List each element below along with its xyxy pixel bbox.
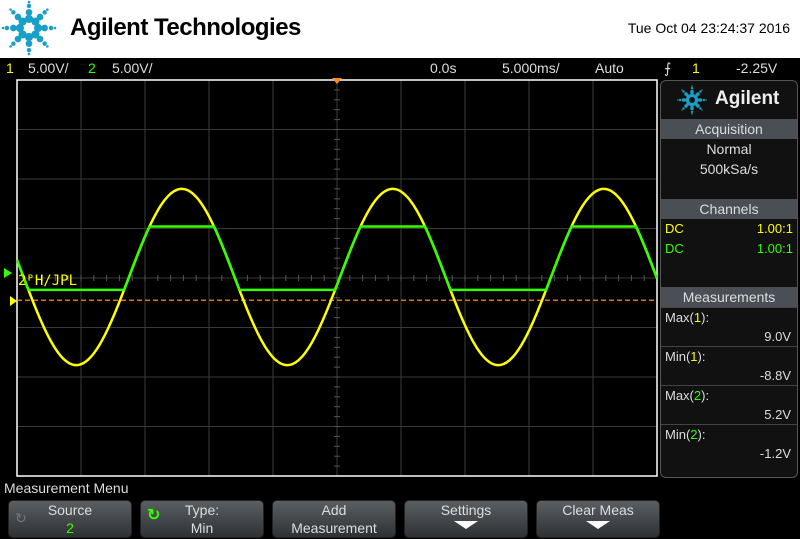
ch1-ground-marker: [10, 296, 17, 306]
ch1-number[interactable]: 1: [6, 58, 14, 78]
rotate-knob-icon: ↻: [147, 507, 161, 524]
channels-title[interactable]: Channels: [661, 199, 797, 219]
time-delay[interactable]: 0.0s: [430, 58, 456, 78]
panel-logo-text: Agilent: [715, 88, 780, 109]
ch2-number[interactable]: 2: [88, 58, 96, 78]
source-button[interactable]: ↻ Source 2: [8, 500, 132, 538]
trigger-source[interactable]: 1: [692, 58, 700, 78]
type-button[interactable]: ↻ Type: Min: [140, 500, 264, 538]
time-scale[interactable]: 5.000ms/: [502, 58, 560, 78]
measurement-item: Max(1): 9.0V: [661, 307, 797, 346]
rising-edge-icon: ⨍: [664, 60, 672, 76]
waveform-display[interactable]: 2ᴾH/JPL: [0, 78, 660, 480]
measurement-item: Min(1): -8.8V: [661, 346, 797, 385]
panel-logo: Agilent: [661, 81, 797, 119]
channel-row-1: DC 1.00:1: [665, 221, 793, 236]
submenu-arrow-icon: [586, 521, 610, 529]
trigger-position-marker: [332, 78, 342, 84]
acquisition-title[interactable]: Acquisition: [661, 119, 797, 139]
clear-meas-button[interactable]: Clear Meas: [536, 500, 660, 538]
agilent-logo-icon: [1, 0, 57, 56]
add-measurement-button[interactable]: Add Measurement: [272, 500, 396, 538]
ch1-scale[interactable]: 5.00V/: [28, 58, 68, 78]
trigger-mode[interactable]: Auto: [595, 58, 624, 78]
side-panel: Agilent Acquisition Normal 500kSa/s Chan…: [660, 80, 798, 478]
status-bar: 1 5.00V/ 2 5.00V/ 0.0s 5.000ms/ Auto ⨍ 1…: [0, 58, 800, 78]
acquisition-mode: Normal: [706, 141, 752, 157]
graticule: [16, 79, 658, 477]
datetime: Tue Oct 04 23:24:37 2016: [627, 20, 790, 36]
measurements-title[interactable]: Measurements: [661, 287, 797, 307]
measurement-item: Min(2): -1.2V: [661, 424, 797, 463]
ch2-label: 2ᴾH/JPL: [18, 273, 77, 289]
ch2-scale[interactable]: 5.00V/: [112, 58, 152, 78]
header: Agilent Technologies Tue Oct 04 23:24:37…: [0, 0, 800, 58]
submenu-arrow-icon: [454, 521, 478, 529]
trigger-level[interactable]: -2.25V: [736, 58, 777, 78]
agilent-logo-icon: [677, 85, 707, 115]
ch2-ground-marker: [4, 268, 12, 278]
menu-title: Measurement Menu: [4, 480, 129, 496]
rotate-knob-icon: ↻: [15, 510, 27, 526]
channel-row-2: DC 1.00:1: [665, 241, 793, 256]
brand-title: Agilent Technologies: [70, 14, 301, 41]
sample-rate: 500kSa/s: [699, 161, 759, 177]
settings-button[interactable]: Settings: [404, 500, 528, 538]
measurement-item: Max(2): 5.2V: [661, 385, 797, 424]
measurement-list: Max(1): 9.0V Min(1): -8.8V Max(2): 5.2V Min(2)…: [661, 307, 797, 463]
